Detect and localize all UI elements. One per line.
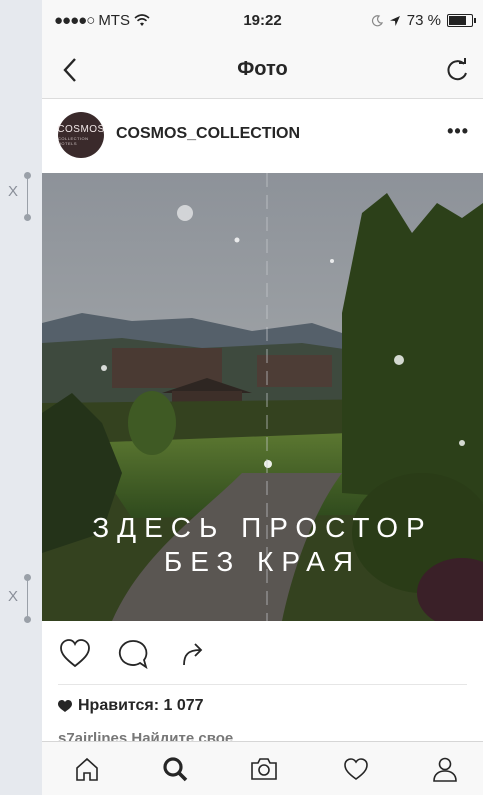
- profile-icon: [433, 757, 457, 782]
- status-right: 73 %: [371, 12, 476, 29]
- search-icon: [163, 757, 188, 782]
- comment-icon[interactable]: [116, 637, 150, 671]
- avatar[interactable]: COSMOS COLLECTION HOTELS: [57, 112, 105, 158]
- overlay-line-1: ЗДЕСЬ ПРОСТОР: [92, 512, 433, 543]
- post-actions: [42, 621, 483, 683]
- guide-dot: [24, 574, 31, 581]
- avatar-logo-subtext: COLLECTION HOTELS: [58, 136, 89, 146]
- battery-icon: [447, 14, 476, 27]
- tab-home[interactable]: [70, 752, 104, 786]
- avatar-logo-text: COSMOS: [57, 124, 105, 135]
- post-photo[interactable]: ЗДЕСЬ ПРОСТОР БЕЗ КРАЯ: [42, 173, 483, 621]
- camera-icon: [251, 758, 277, 780]
- page-title: Фото: [237, 58, 288, 80]
- likes-count[interactable]: Нравится: 1 077: [58, 697, 204, 715]
- location-arrow-icon: [389, 15, 400, 26]
- guide-bracket-top: [27, 176, 28, 218]
- status-bar: ●●●●○ MTS 19:22 73 %: [42, 0, 483, 42]
- refresh-button[interactable]: [441, 54, 473, 86]
- refresh-icon: [447, 58, 467, 81]
- likes-label: Нравится: 1 077: [78, 697, 204, 714]
- guide-dot: [24, 616, 31, 623]
- guide-label-top: X: [8, 183, 19, 200]
- guide-dot: [24, 214, 31, 221]
- tab-bar: [42, 741, 483, 795]
- tab-profile[interactable]: [428, 752, 462, 786]
- battery-percent: 73 %: [406, 12, 441, 29]
- tab-search[interactable]: [158, 752, 192, 786]
- tab-camera[interactable]: [247, 752, 281, 786]
- tab-activity[interactable]: [339, 752, 373, 786]
- overlay-line-2: БЕЗ КРАЯ: [163, 546, 362, 577]
- moon-icon: [371, 14, 383, 26]
- post-username[interactable]: COSMOS_COLLECTION: [116, 125, 300, 143]
- phone-screen: ●●●●○ MTS 19:22 73 % Фото COSMOS COLLECT…: [42, 0, 483, 795]
- share-arrow-icon[interactable]: [176, 637, 210, 671]
- home-icon: [76, 757, 98, 781]
- divider: [58, 684, 467, 685]
- heart-filled-icon: [58, 699, 72, 712]
- post-header: COSMOS COLLECTION HOTELS COSMOS_COLLECTI…: [42, 99, 483, 173]
- nav-bar: Фото: [42, 42, 483, 99]
- guide-bracket-bottom: [27, 578, 28, 620]
- like-heart-icon[interactable]: [58, 637, 92, 671]
- more-options-button[interactable]: •••: [447, 121, 469, 142]
- photo-overlay-text: ЗДЕСЬ ПРОСТОР БЕЗ КРАЯ: [42, 511, 483, 579]
- heart-icon: [344, 758, 368, 780]
- guide-label-bottom: X: [8, 588, 19, 605]
- guide-dot: [24, 172, 31, 179]
